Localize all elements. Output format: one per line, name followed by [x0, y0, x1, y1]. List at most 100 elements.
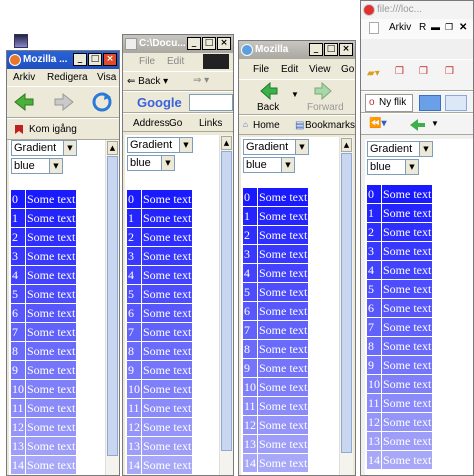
- color-select[interactable]: blue ▼: [243, 157, 295, 173]
- minimize-button[interactable]: _: [187, 37, 201, 50]
- title-bar[interactable]: C:\Docu... _ □ ×: [123, 35, 233, 53]
- close-button[interactable]: ×: [103, 53, 117, 66]
- tab-icon: o: [369, 97, 375, 108]
- scroll-up-button[interactable]: ▲: [341, 138, 352, 152]
- table-row: 12 Some text: [11, 418, 77, 436]
- mozilla-icon: [241, 44, 253, 56]
- page-content: Gradient ▼ blue ▼ 0 Some text 1 Some text 2 Som…: [125, 135, 219, 475]
- menu-visa[interactable]: Visa: [97, 72, 116, 83]
- vertical-scrollbar[interactable]: ▲: [219, 135, 233, 475]
- scroll-thumb[interactable]: [341, 153, 352, 453]
- back-label[interactable]: Back: [257, 102, 279, 113]
- menu-view[interactable]: View: [309, 64, 331, 75]
- title-bar[interactable]: Mozilla ... _ □ ×: [7, 51, 119, 69]
- row-text: Some text: [142, 399, 193, 417]
- vertical-scrollbar[interactable]: ▲: [339, 137, 353, 475]
- bookmark-kom-igang[interactable]: Kom igång: [29, 124, 77, 135]
- menu-arkiv[interactable]: Arkiv: [13, 72, 35, 83]
- scroll-thumb[interactable]: [107, 156, 118, 456]
- gradient-select[interactable]: Gradient ▼: [11, 140, 77, 156]
- color-select[interactable]: blue ▼: [11, 158, 63, 174]
- chevron-down-icon[interactable]: ▼: [291, 90, 299, 99]
- row-text: Some text: [382, 223, 433, 241]
- back-arrow-icon[interactable]: [409, 118, 427, 132]
- row-number: 6: [243, 302, 257, 320]
- new-page-icon[interactable]: ❒: [395, 66, 404, 77]
- page-icon: [369, 22, 379, 34]
- menu-file[interactable]: File: [139, 56, 155, 67]
- table-row: 13 Some text: [11, 437, 77, 455]
- panel-toggle-icon[interactable]: [419, 95, 441, 111]
- gradient-table: 0 Some text 1 Some text 2 Some text 3 Some text…: [126, 189, 193, 475]
- row-text: Some text: [258, 321, 309, 339]
- forward-label[interactable]: Forward: [307, 102, 344, 113]
- google-logo[interactable]: Google: [137, 95, 182, 110]
- rewind-icon[interactable]: ⏪▾: [369, 118, 386, 129]
- chevron-down-icon: ▼: [63, 141, 76, 155]
- folder-icon[interactable]: ▰▾: [367, 68, 380, 79]
- row-number: 6: [127, 304, 141, 322]
- print-icon[interactable]: ❒: [445, 66, 454, 77]
- minimize-button[interactable]: ▬: [431, 22, 440, 32]
- browser-window-4: file:///loc... Arkiv R ▬ ❐ ✕ ▰▾ ❒ ❒ ❒ o …: [360, 0, 474, 476]
- menu-redigera[interactable]: Redigera: [47, 72, 88, 83]
- maximize-button[interactable]: □: [202, 37, 216, 50]
- gradient-select[interactable]: Gradient ▼: [127, 137, 193, 153]
- firefox-icon: [9, 54, 21, 66]
- bookmarks-button[interactable]: Bookmarks: [305, 120, 355, 131]
- reload-icon[interactable]: [91, 91, 113, 113]
- restore-button[interactable]: ❐: [445, 22, 453, 33]
- color-select[interactable]: blue ▼: [127, 155, 175, 171]
- gradient-select[interactable]: Gradient ▼: [243, 139, 309, 155]
- row-text: Some text: [26, 304, 77, 322]
- forward-arrow-icon[interactable]: [313, 82, 333, 100]
- row-number: 14: [367, 451, 381, 469]
- row-text: Some text: [26, 266, 77, 284]
- table-row: 0 Some text: [243, 188, 309, 206]
- menu-file[interactable]: File: [253, 64, 269, 75]
- go-button[interactable]: Go: [169, 118, 182, 129]
- scroll-thumb[interactable]: [221, 151, 232, 451]
- scroll-up-button[interactable]: ▲: [107, 141, 118, 155]
- save-icon[interactable]: ❒: [419, 66, 428, 77]
- back-arrow-icon[interactable]: [13, 92, 35, 112]
- row-number: 7: [243, 321, 257, 339]
- title-bar[interactable]: file:///loc...: [361, 1, 473, 19]
- menu-r[interactable]: R: [419, 22, 426, 33]
- row-number: 10: [127, 380, 141, 398]
- title-bar[interactable]: Mozilla _ □ ×: [239, 41, 355, 59]
- maximize-button[interactable]: □: [324, 43, 338, 56]
- close-button[interactable]: ✕: [459, 22, 467, 33]
- close-button[interactable]: ×: [339, 43, 353, 56]
- menu-edit[interactable]: Edit: [167, 56, 184, 67]
- color-select[interactable]: blue ▼: [367, 159, 419, 175]
- vertical-scrollbar[interactable]: ▲: [105, 140, 119, 475]
- home-button[interactable]: Home: [253, 120, 280, 131]
- chevron-down-icon[interactable]: ▼: [431, 119, 439, 128]
- google-search-input[interactable]: [189, 94, 233, 111]
- menu-edit[interactable]: Edit: [281, 64, 298, 75]
- menu-go[interactable]: Go: [341, 64, 354, 75]
- table-row: 8 Some text: [11, 342, 77, 360]
- forward-arrow-icon[interactable]: [53, 92, 75, 112]
- panel-icon[interactable]: [445, 95, 467, 111]
- gradient-select[interactable]: Gradient ▼: [367, 141, 433, 157]
- minimize-button[interactable]: _: [309, 43, 323, 56]
- menu-arkiv[interactable]: Arkiv: [389, 22, 411, 33]
- scroll-up-button[interactable]: ▲: [221, 136, 232, 150]
- forward-button[interactable]: ⇒ ▾: [193, 75, 209, 86]
- row-number: 11: [243, 397, 257, 415]
- row-number: 9: [11, 361, 25, 379]
- back-arrow-icon[interactable]: [259, 82, 279, 100]
- chevron-down-icon: ▼: [419, 142, 432, 156]
- table-row: 2 Some text: [243, 226, 309, 244]
- close-button[interactable]: ×: [217, 37, 231, 50]
- links-button[interactable]: Links: [199, 118, 222, 129]
- row-text: Some text: [142, 418, 193, 436]
- back-button[interactable]: ⇐ Back ▾: [127, 76, 168, 87]
- minimize-button[interactable]: _: [73, 53, 87, 66]
- tab-label[interactable]: Ny flik: [379, 97, 406, 108]
- maximize-button[interactable]: □: [88, 53, 102, 66]
- bookmark-icon: [15, 125, 23, 134]
- row-number: 0: [367, 185, 381, 203]
